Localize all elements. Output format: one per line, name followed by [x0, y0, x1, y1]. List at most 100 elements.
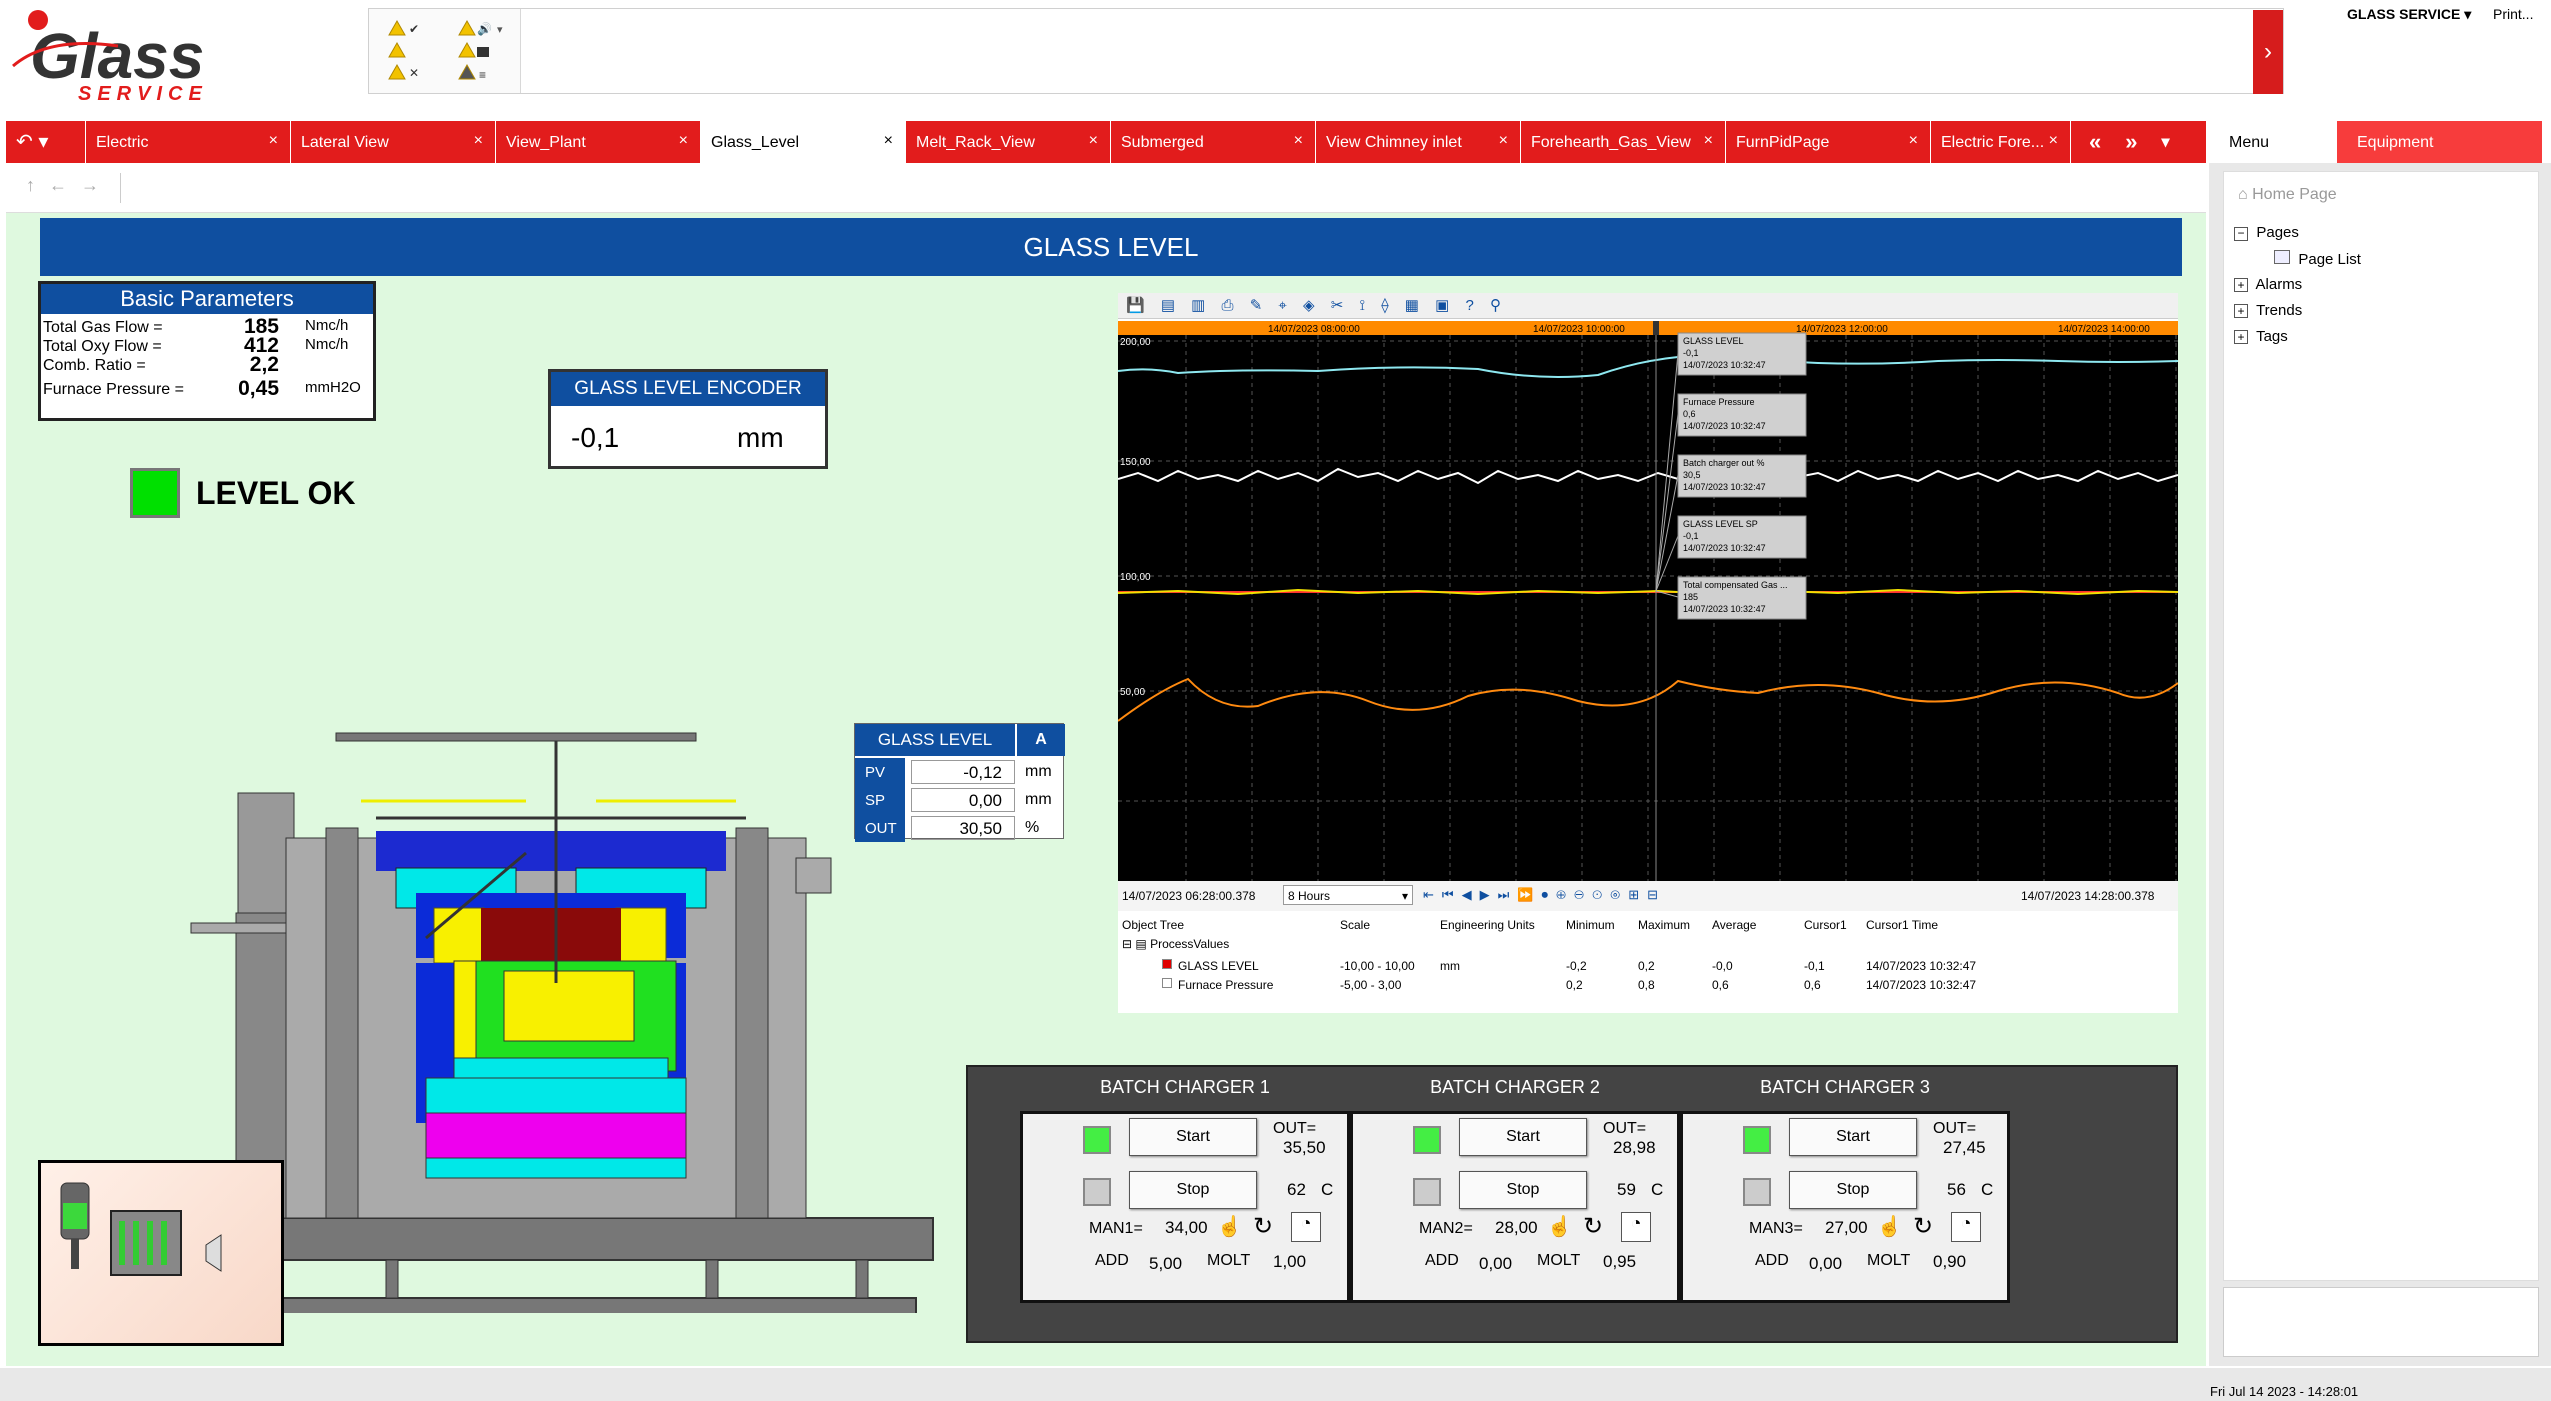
refresh-icon[interactable]: ↻	[1253, 1212, 1273, 1241]
temperature-value: 56	[1947, 1180, 1966, 1199]
close-icon[interactable]: ×	[1499, 132, 1508, 150]
auto-icon[interactable]: ◔	[1621, 1212, 1651, 1242]
refresh-icon[interactable]: ↻	[1913, 1212, 1933, 1241]
playback-controls[interactable]: ⇤⏮◀▶⏭⏩⏺⊕⊖⊙⊚⊞⊟	[1423, 887, 1666, 903]
tree-trends[interactable]: + Trends	[2234, 302, 2302, 319]
user-menu[interactable]: GLASS SERVICE ▾	[2347, 6, 2471, 23]
start-time[interactable]: 14/07/2023 06:28:00.378	[1122, 889, 1255, 903]
controller-mode[interactable]: A	[1017, 724, 1065, 756]
tree-home[interactable]: ⌂ Home Page	[2238, 186, 2337, 204]
out-value: 35,50	[1283, 1138, 1326, 1157]
tree-tags[interactable]: + Tags	[2234, 328, 2288, 345]
y-axis-label: 100,00	[1120, 572, 1151, 583]
stop-button[interactable]: Stop	[1459, 1171, 1587, 1209]
running-lamp	[1083, 1126, 1111, 1154]
tab-glass-level[interactable]: Glass_Level ×	[701, 121, 906, 163]
grid-cell-scale: -10,00 - 10,00	[1340, 959, 1415, 973]
grid-cell-name: GLASS LEVEL	[1178, 959, 1259, 973]
tree-pages[interactable]: − Pages	[2234, 224, 2299, 241]
tabs-last-icon[interactable]: »	[2125, 129, 2137, 155]
expand-icon: +	[2234, 304, 2248, 318]
close-icon[interactable]: ×	[884, 132, 893, 150]
manual-value[interactable]: 28,00	[1495, 1218, 1538, 1238]
tree-alarms[interactable]: + Alarms	[2234, 276, 2302, 293]
close-icon[interactable]: ×	[1704, 132, 1713, 150]
range-select[interactable]: 8 Hours ▾	[1283, 885, 1413, 905]
tab-label: FurnPidPage	[1736, 134, 1830, 151]
close-icon[interactable]: ×	[1294, 132, 1303, 150]
tab-lateral-view[interactable]: Lateral View ×	[291, 121, 496, 163]
grid-row[interactable]: GLASS LEVEL -10,00 - 10,00 mm -0,2 0,2 -0,0 -0…	[1118, 957, 2178, 976]
grid-column-header[interactable]: Scale	[1340, 918, 1370, 932]
tab-equipment[interactable]: Equipment	[2337, 121, 2542, 163]
svg-text:✕: ✕	[409, 66, 419, 80]
controller-row-value[interactable]: 30,50	[911, 816, 1015, 840]
start-button[interactable]: Start	[1789, 1118, 1917, 1156]
start-button[interactable]: Start	[1459, 1118, 1587, 1156]
tabs-first-icon[interactable]: «	[2089, 129, 2101, 155]
grid-column-header[interactable]: Minimum	[1566, 918, 1615, 932]
print-link[interactable]: Print...	[2493, 6, 2533, 22]
grid-cell-scale: -5,00 - 3,00	[1340, 978, 1402, 992]
grid-cell-time: 14/07/2023 10:32:47	[1866, 959, 1977, 973]
grid-column-header[interactable]: Object Tree	[1122, 918, 1184, 932]
back-arrow-icon[interactable]: ←	[49, 175, 81, 195]
auto-icon[interactable]: ◔	[1951, 1212, 1981, 1242]
close-icon[interactable]: ×	[474, 132, 483, 150]
tree-page-list[interactable]: Page List	[2274, 250, 2361, 268]
stop-button[interactable]: Stop	[1129, 1171, 1257, 1209]
refresh-icon[interactable]: ↻	[1583, 1212, 1603, 1241]
close-icon[interactable]: ×	[679, 132, 688, 150]
close-icon[interactable]: ×	[1909, 132, 1918, 150]
grid-group[interactable]: ⊟ ▤ ProcessValues	[1122, 937, 1229, 951]
tab-electric-fore-[interactable]: Electric Fore... ×	[1931, 121, 2071, 163]
trend-plot[interactable]: 14/07/2023 08:00:00 14/07/2023 10:00:00 14…	[1117, 321, 2179, 881]
manual-value[interactable]: 34,00	[1165, 1218, 1208, 1238]
tooltip-time: 14/07/2023 10:32:47	[1683, 421, 1766, 431]
tab-view-chimney-inlet[interactable]: View Chimney inlet ×	[1316, 121, 1521, 163]
tab-forehearth-gas-view[interactable]: Forehearth_Gas_View ×	[1521, 121, 1726, 163]
tab-menu[interactable]: Menu	[2209, 121, 2337, 163]
temperature-unit: C	[1981, 1180, 1994, 1199]
end-time[interactable]: 14/07/2023 14:28:00.378	[2021, 889, 2154, 903]
tooltip-time: 14/07/2023 10:32:47	[1683, 604, 1766, 614]
grid-cell-cur: 0,6	[1804, 978, 1821, 992]
close-icon[interactable]: ×	[269, 132, 278, 150]
hand-icon[interactable]: ☝	[1877, 1214, 1902, 1239]
up-arrow-icon[interactable]: ↑	[26, 175, 49, 195]
hand-icon[interactable]: ☝	[1217, 1214, 1242, 1239]
grid-row[interactable]: Furnace Pressure -5,00 - 3,00 0,2 0,8 0,6 0,6…	[1118, 976, 2178, 995]
controller-row-value[interactable]: 0,00	[911, 788, 1015, 812]
tab-submerged[interactable]: Submerged ×	[1111, 121, 1316, 163]
tab-view-plant[interactable]: View_Plant ×	[496, 121, 701, 163]
start-button[interactable]: Start	[1129, 1118, 1257, 1156]
trend-toolbar[interactable]: 💾 ▤ ▥ ⎙ ✎ ⌖ ◈ ✂ ⟟ ⟠ ▦ ▣ ? ⚲	[1118, 293, 2178, 319]
param-unit: Nmc/h	[305, 336, 349, 353]
navigation-tree: ⌂ Home Page − Pages Page List + Alarms +…	[2223, 171, 2539, 1281]
grid-column-header[interactable]: Maximum	[1638, 918, 1690, 932]
hand-icon[interactable]: ☝	[1547, 1214, 1572, 1239]
tab-melt-rack-view[interactable]: Melt_Rack_View ×	[906, 121, 1111, 163]
side-panel: ⌂ Home Page − Pages Page List + Alarms +…	[2209, 163, 2551, 1366]
undo-button[interactable]: ↶ ▾	[6, 121, 86, 163]
grid-column-header[interactable]: Cursor1	[1804, 918, 1847, 932]
grid-column-header[interactable]: Engineering Units	[1440, 918, 1535, 932]
forward-arrow-icon[interactable]: →	[81, 175, 113, 195]
molt-label: MOLT	[1537, 1252, 1581, 1269]
tabs-dropdown-icon[interactable]: ▾	[2162, 132, 2170, 152]
manual-value[interactable]: 27,00	[1825, 1218, 1868, 1238]
tab-electric[interactable]: Electric ×	[86, 121, 291, 163]
tab-furnpidpage[interactable]: FurnPidPage ×	[1726, 121, 1931, 163]
alarm-expand-button[interactable]: ›	[2253, 10, 2283, 94]
grid-column-header[interactable]: Average	[1712, 918, 1756, 932]
glass-level-controller[interactable]: GLASS LEVEL A PV -0,12 mm SP 0,00 mm OUT 30,50%	[854, 723, 1065, 842]
stop-button[interactable]: Stop	[1789, 1171, 1917, 1209]
grid-column-header[interactable]: Cursor1 Time	[1866, 918, 1938, 932]
auto-icon[interactable]: ◔	[1291, 1212, 1321, 1242]
param-unit: mmH2O	[305, 379, 361, 396]
controller-row-pv: PV -0,12 mm	[855, 758, 1065, 786]
close-icon[interactable]: ×	[2049, 132, 2058, 150]
alarm-icon-group[interactable]: ✔ ✕ 🔊 ▾ ≡	[369, 9, 521, 93]
alarm-banner[interactable]: ✔ ✕ 🔊 ▾ ≡	[368, 8, 2284, 94]
close-icon[interactable]: ×	[1089, 132, 1098, 150]
